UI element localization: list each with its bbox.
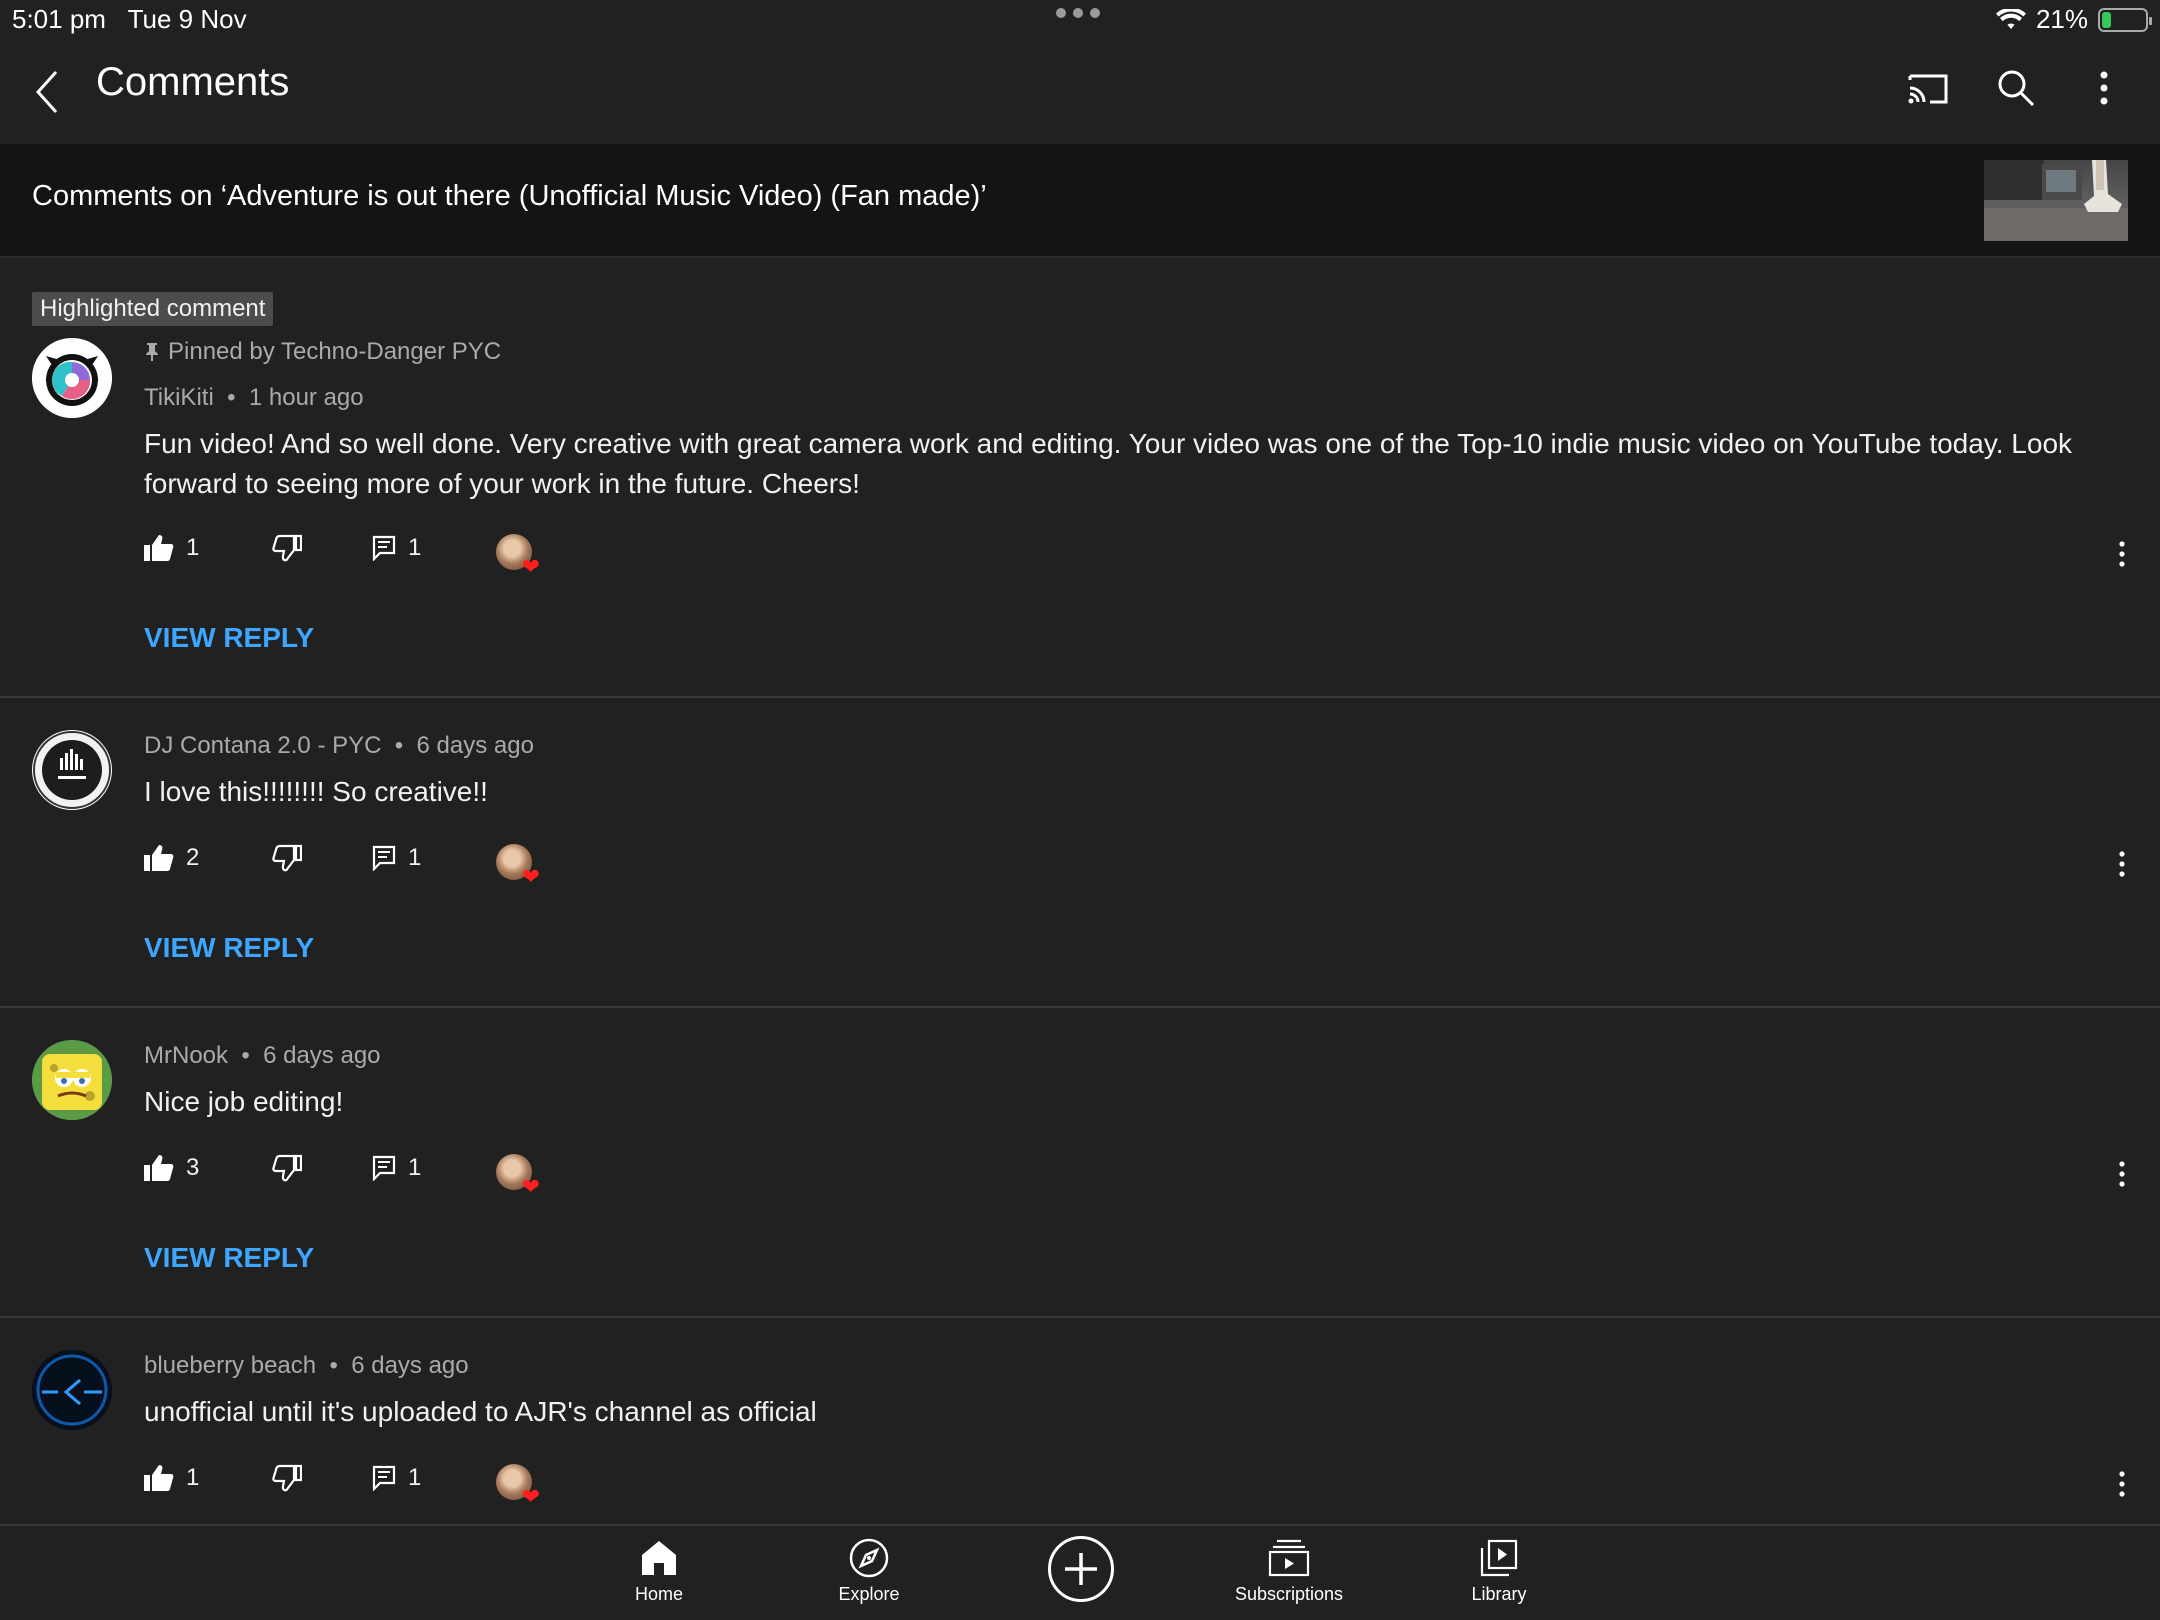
comment-meta: TikiKiti • 1 hour ago <box>144 384 364 411</box>
reply-count: 1 <box>408 1464 422 1491</box>
comment-text: I love this!!!!!!!! So creative!! <box>144 776 488 807</box>
status-time: 5:01 pm Tue 9 Nov <box>12 4 247 34</box>
highlighted-badge: Highlighted comment <box>32 292 274 326</box>
video-thumbnail[interactable] <box>1984 160 2128 241</box>
battery-percent: 21% <box>2035 4 2088 34</box>
compass-icon <box>849 1538 889 1578</box>
page-title: Comments <box>96 60 290 104</box>
status-right: 21% <box>1995 4 2152 35</box>
like-button[interactable]: 2 <box>144 844 199 872</box>
like-count: 2 <box>186 844 200 871</box>
thumbs-down-icon <box>272 1464 302 1492</box>
comment-thread: DJ Contana 2.0 - PYC • 6 days ago I love… <box>0 698 2160 1008</box>
thumbs-down-icon <box>272 844 302 872</box>
back-arrow-icon[interactable] <box>28 62 68 122</box>
thumbs-up-icon <box>144 1465 174 1491</box>
dislike-button[interactable] <box>272 1464 302 1492</box>
avatar[interactable] <box>32 730 112 810</box>
author-name[interactable]: TikiKiti <box>144 384 214 411</box>
comment-meta: blueberry beach • 6 days ago <box>144 1352 469 1379</box>
view-reply-link[interactable]: VIEW REPLY <box>144 1242 314 1274</box>
avatar[interactable] <box>32 1350 112 1430</box>
comment-thread: Highlighted comment Pinned by Techno-Dan… <box>0 258 2160 698</box>
comment-more-icon[interactable] <box>2110 844 2134 884</box>
reply-count: 1 <box>408 534 422 561</box>
thumbs-up-icon <box>144 845 174 871</box>
comment-text: Fun video! And so well done. Very creati… <box>144 428 2073 499</box>
more-vert-icon[interactable] <box>2074 58 2134 118</box>
multitasking-dots-icon[interactable] <box>1056 8 1100 18</box>
bottom-navigation: Home Explore Subscriptions Library <box>0 1524 2160 1620</box>
wifi-icon <box>1995 8 2026 29</box>
comment-more-icon[interactable] <box>2110 1154 2134 1194</box>
like-count: 3 <box>186 1154 200 1181</box>
reply-button[interactable]: 1 <box>372 844 421 872</box>
comment-meta: DJ Contana 2.0 - PYC • 6 days ago <box>144 732 534 759</box>
comment-time: 6 days ago <box>416 732 534 759</box>
reply-count: 1 <box>408 1154 422 1181</box>
thumbs-up-icon <box>144 535 174 561</box>
view-reply-link[interactable]: VIEW REPLY <box>144 932 314 964</box>
battery-icon <box>2098 7 2152 32</box>
thumbs-down-icon <box>272 1154 302 1182</box>
avatar[interactable] <box>32 338 112 418</box>
reply-button[interactable]: 1 <box>372 1154 421 1182</box>
like-button[interactable]: 1 <box>144 534 199 562</box>
library-icon <box>1480 1539 1518 1577</box>
dislike-button[interactable] <box>272 844 302 872</box>
subscriptions-icon <box>1268 1539 1310 1577</box>
video-info-bar[interactable]: Comments on ‘Adventure is out there (Uno… <box>0 144 2160 258</box>
nav-home[interactable]: Home <box>579 1538 739 1605</box>
reply-icon <box>372 845 396 871</box>
reply-button[interactable]: 1 <box>372 534 421 562</box>
pin-icon <box>146 343 158 361</box>
creator-heart-icon: ❤ <box>496 844 540 888</box>
comment-time: 6 days ago <box>351 1352 469 1379</box>
comment-text: Nice job editing! <box>144 1086 344 1117</box>
pinned-label: Pinned by Techno-Danger PYC <box>144 338 501 366</box>
creator-heart-icon: ❤ <box>496 534 540 578</box>
author-name[interactable]: blueberry beach <box>144 1352 316 1379</box>
like-count: 1 <box>186 534 200 561</box>
thumbs-down-icon <box>272 534 302 562</box>
home-icon <box>642 1541 676 1575</box>
add-icon[interactable] <box>1048 1536 1114 1602</box>
comment-thread: MrNook • 6 days ago Nice job editing! 3 … <box>0 1008 2160 1318</box>
comment-text: unofficial until it's uploaded to AJR's … <box>144 1396 817 1427</box>
comment-more-icon[interactable] <box>2110 1464 2134 1504</box>
search-icon[interactable] <box>1986 58 2046 118</box>
comment-time: 6 days ago <box>263 1042 381 1069</box>
comment-more-icon[interactable] <box>2110 534 2134 574</box>
comment-meta: MrNook • 6 days ago <box>144 1042 381 1069</box>
status-bar: 5:01 pm Tue 9 Nov 21% <box>0 0 2160 40</box>
creator-heart-icon: ❤ <box>496 1154 540 1198</box>
like-button[interactable]: 1 <box>144 1464 199 1492</box>
comment-thread: blueberry beach • 6 days ago unofficial … <box>0 1318 2160 1524</box>
app-bar: Comments <box>0 40 2160 144</box>
reply-icon <box>372 1155 396 1181</box>
nav-library[interactable]: Library <box>1419 1538 1579 1605</box>
like-button[interactable]: 3 <box>144 1154 199 1182</box>
dislike-button[interactable] <box>272 534 302 562</box>
nav-explore[interactable]: Explore <box>789 1538 949 1605</box>
author-name[interactable]: DJ Contana 2.0 - PYC <box>144 732 381 759</box>
reply-button[interactable]: 1 <box>372 1464 421 1492</box>
creator-heart-icon: ❤ <box>496 1464 540 1508</box>
cast-icon[interactable] <box>1898 58 1958 118</box>
video-title: Comments on ‘Adventure is out there (Uno… <box>32 180 987 212</box>
comment-time: 1 hour ago <box>248 384 364 411</box>
author-name[interactable]: MrNook <box>144 1042 228 1069</box>
dislike-button[interactable] <box>272 1154 302 1182</box>
nav-subscriptions[interactable]: Subscriptions <box>1209 1538 1369 1605</box>
reply-icon <box>372 1465 396 1491</box>
view-reply-link[interactable]: VIEW REPLY <box>144 622 314 654</box>
reply-icon <box>372 535 396 561</box>
avatar[interactable] <box>32 1040 112 1120</box>
reply-count: 1 <box>408 844 422 871</box>
like-count: 1 <box>186 1464 200 1491</box>
thumbs-up-icon <box>144 1155 174 1181</box>
